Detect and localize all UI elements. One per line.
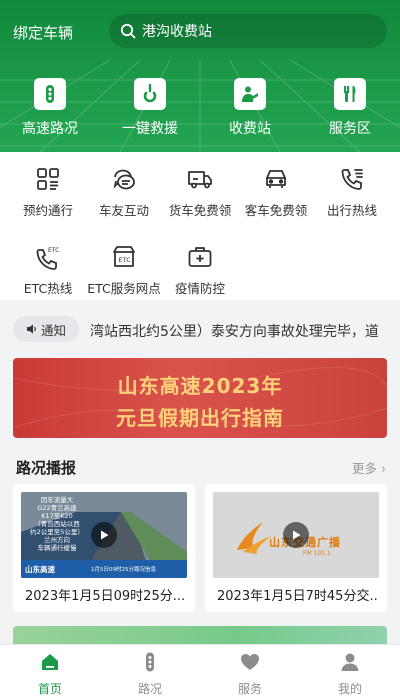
notice-tag-label: 通知 [40,322,66,338]
service-car-friends[interactable]: 车友互动 [86,164,162,219]
service-label: 疫情防控 [174,281,225,296]
road-card[interactable]: 山东交通广播 FM 101.1 2023年1月5日7时45分交... [205,484,387,612]
quick-actions: 高速路况 一键救援 收费站 服务区 [0,78,400,138]
card-title: 2023年1月5日7时45分交... [217,589,379,604]
tab-label: 首页 [37,682,62,696]
quick-item-toll-station[interactable]: 收费站 [200,78,300,138]
service-label: 货车免费领 [168,203,232,218]
user-icon [341,653,359,671]
video-thumbnail: 因车流量大 G22青兰高速 K17至K20 （青岛西站以西 约2公里至5公里） … [21,492,187,578]
more-link[interactable]: 更多 › [352,458,386,477]
holiday-guide-banner[interactable]: 山东高速2023年 元旦假期出行指南 [13,358,387,438]
thumb-brand: 山东高速 [25,565,55,574]
quick-item-label: 收费站 [229,121,271,137]
top-bar: 绑定车辆 港沟收费站 [0,14,400,48]
traffic-light-icon [146,652,154,672]
road-card[interactable]: 因车流量大 G22青兰高速 K17至K20 （青岛西站以西 约2公里至5公里） … [13,484,195,612]
search-text: 港沟收费站 [142,24,212,40]
home-icon [42,654,58,670]
speaker-icon [26,324,36,334]
bottom-tab-bar: 首页 路况 服务 我的 [0,644,400,700]
road-broadcast-header: 路况播报 更多 › [0,454,400,480]
truck-icon [188,171,212,189]
notice-text: 湾站西北约5公里）泰安方向事故处理完毕，道 [90,324,379,340]
tab-service[interactable]: 服务 [200,651,300,697]
service-label: ETC服务网点 [87,281,161,296]
etc-outlet-icon: ETC [113,246,135,267]
rescue-hook-icon [143,83,157,103]
thumb-caption: FM 101.1 [303,550,331,557]
play-icon[interactable] [91,522,117,548]
thumb-caption: 1月5日09时25分路况信息 [91,567,156,573]
bind-vehicle-button[interactable]: 绑定车辆 [13,22,73,43]
heart-icon [241,654,259,670]
quick-item-label: 服务区 [329,121,371,137]
search-bar[interactable]: 港沟收费站 [109,14,387,48]
notice-tag: 通知 [13,316,79,342]
service-label: 出行热线 [326,203,377,218]
quick-item-label: 一键救援 [122,121,178,137]
quick-item-highway-traffic[interactable]: 高速路况 [0,78,100,138]
service-etc-outlets[interactable]: ETC ETC服务网点 [86,242,162,297]
service-label: 车友互动 [98,203,149,218]
video-thumbnail: 山东交通广播 FM 101.1 [213,492,379,578]
svg-text:ETC: ETC [48,247,59,254]
tab-label: 服务 [237,682,262,696]
banner-title-line1: 山东高速2023年 [117,374,283,398]
section-title: 路况播报 [16,459,77,477]
service-area-icon [344,86,356,102]
svg-text:ETC: ETC [119,256,132,264]
tab-label: 路况 [137,682,162,696]
quick-item-label: 高速路况 [22,121,78,137]
tab-mine[interactable]: 我的 [300,651,400,697]
chevron-right-icon: › [381,461,386,476]
service-label: 预约通行 [22,203,73,218]
service-label: 客车免费领 [244,203,308,218]
header: 绑定车辆 港沟收费站 高速路况 一键救援 收费站 服务区 [0,0,400,152]
quick-item-rescue[interactable]: 一键救援 [100,78,200,138]
first-aid-icon [188,247,212,267]
service-grid: 预约通行 车友互动 货车免费领 客车免费领 出行热线 ETC ETC热线 ETC… [0,152,400,300]
play-icon[interactable] [283,522,309,548]
notice-bar[interactable]: 通知 湾站西北约5公里）泰安方向事故处理完毕，道 [0,312,400,346]
traffic-light-icon [46,85,54,103]
card-title: 2023年1月5日09时25分... [25,589,186,604]
search-icon [120,23,136,39]
toll-station-icon [242,86,258,102]
grid-apps-icon [37,168,59,190]
tab-traffic[interactable]: 路况 [100,651,200,697]
service-bus-free[interactable]: 客车免费领 [238,164,314,219]
service-reservation[interactable]: 预约通行 [10,164,86,219]
service-etc-hotline[interactable]: ETC ETC热线 [10,242,86,297]
service-travel-hotline[interactable]: 出行热线 [314,164,390,219]
quick-item-service-area[interactable]: 服务区 [300,78,400,138]
service-truck-free[interactable]: 货车免费领 [162,164,238,219]
service-label: ETC热线 [23,281,73,296]
car-icon [266,170,286,188]
tab-label: 我的 [337,682,362,696]
phone-icon [341,169,363,190]
etc-phone-icon: ETC [36,247,59,270]
thumb-text: 因车流量大 G22青兰高速 K17至K20 （青岛西站以西 约2公里至5公里） … [30,496,84,552]
tab-home[interactable]: 首页 [0,651,100,697]
banner-title-line2: 元旦假期出行指南 [116,406,284,430]
service-epidemic-control[interactable]: 疫情防控 [162,242,238,297]
more-label: 更多 [352,461,378,476]
chat-bubble-icon [113,169,135,190]
